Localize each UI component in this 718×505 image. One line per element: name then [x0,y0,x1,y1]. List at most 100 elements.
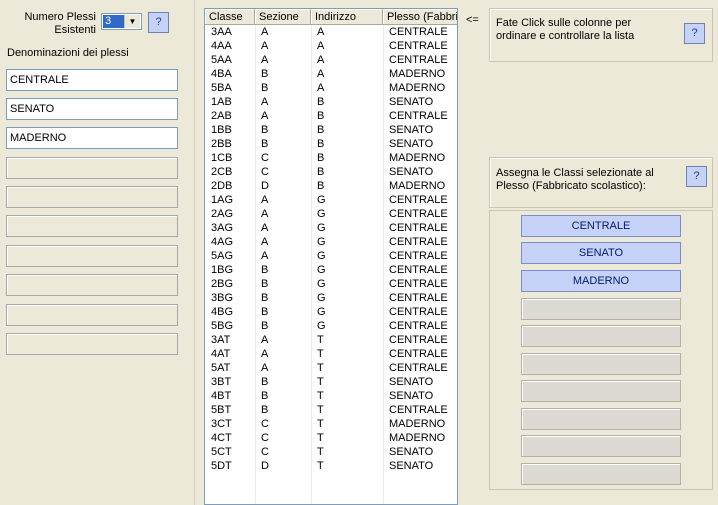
table-row[interactable]: 3AG A G CENTRALE [205,221,457,235]
table-row[interactable]: 2CB C B SENATO [205,165,457,179]
table-row[interactable]: 4BT B T SENATO [205,389,457,403]
column-header-classe[interactable]: Classe [205,9,255,25]
table-row[interactable]: 1CB C B MADERNO [205,151,457,165]
help-assign-button[interactable]: ? [686,166,707,187]
table-row[interactable]: 4AA A A CENTRALE [205,39,457,53]
column-header-plesso[interactable]: Plesso (Fabbricato) [383,9,457,25]
assign-hint-line1: Assegna le Classi selezionate al [496,167,654,179]
numero-plessi-label: Numero Plessi Esistenti [24,11,96,36]
cell-classe: 4AG [211,236,234,248]
cell-plesso: CENTRALE [389,306,448,318]
plesso-name-field[interactable] [6,333,178,355]
table-row[interactable]: 5AG A G CENTRALE [205,249,457,263]
cell-sezione: B [261,404,269,416]
assign-plesso-button-empty[interactable] [521,353,681,375]
assign-plesso-button-empty[interactable] [521,380,681,402]
plesso-name-field[interactable]: MADERNO [6,127,178,149]
plesso-name-field[interactable] [6,186,178,208]
table-row[interactable]: 2AG A G CENTRALE [205,207,457,221]
cell-plesso: SENATO [389,138,434,150]
table-row[interactable]: 3CT C T MADERNO [205,417,457,431]
table-row[interactable]: 2BB B B SENATO [205,137,457,151]
plesso-name-field[interactable] [6,215,178,237]
table-row[interactable]: 2AB A B CENTRALE [205,109,457,123]
cell-indirizzo: G [317,278,326,290]
assign-plesso-button[interactable]: CENTRALE [521,215,681,237]
cell-plesso: MADERNO [389,82,446,94]
table-row[interactable]: 2DB D B MADERNO [205,179,457,193]
table-row[interactable]: 4BG B G CENTRALE [205,305,457,319]
cell-classe: 1AG [211,194,234,206]
table-row[interactable]: 5BT B T CENTRALE [205,403,457,417]
cell-classe: 2AG [211,208,234,220]
help-plessi-button[interactable]: ? [148,12,169,33]
cell-sezione: D [261,460,269,472]
assign-plesso-button[interactable]: SENATO [521,242,681,264]
plesso-name-field[interactable] [6,245,178,267]
cell-sezione: A [261,362,269,374]
cell-classe: 3AT [211,334,231,346]
table-row[interactable]: 5DT D T SENATO [205,459,457,473]
table-row[interactable]: 4BA B A MADERNO [205,67,457,81]
column-header-indirizzo[interactable]: Indirizzo [311,9,383,25]
table-row[interactable]: 3BT B T SENATO [205,375,457,389]
cell-sezione: C [261,166,269,178]
table-row[interactable]: 4AG A G CENTRALE [205,235,457,249]
cell-classe: 5BT [211,404,232,416]
table-row[interactable]: 3BG B G CENTRALE [205,291,457,305]
numero-plessi-select[interactable]: 3 ▼ [101,13,142,30]
classi-table[interactable]: Classe Sezione Indirizzo Plesso (Fabbric… [204,8,458,505]
plesso-name-field[interactable]: SENATO [6,98,178,120]
chevron-down-icon[interactable]: ▼ [124,15,140,28]
table-row[interactable]: 1AB A B SENATO [205,95,457,109]
table-row[interactable]: 3AA A A CENTRALE [205,25,457,39]
assign-plesso-button-empty[interactable] [521,298,681,320]
table-row[interactable]: 1AG A G CENTRALE [205,193,457,207]
cell-classe: 1BG [211,264,234,276]
table-row[interactable]: 2BG B G CENTRALE [205,277,457,291]
table-row[interactable]: 4AT A T CENTRALE [205,347,457,361]
cell-sezione: A [261,110,269,122]
cell-sezione: B [261,68,269,80]
column-header-sezione[interactable]: Sezione [255,9,311,25]
table-row[interactable]: 5AT A T CENTRALE [205,361,457,375]
assign-plesso-button-empty[interactable] [521,408,681,430]
table-row[interactable]: 3AT A T CENTRALE [205,333,457,347]
assign-plesso-button-empty[interactable] [521,463,681,485]
cell-indirizzo: G [317,292,326,304]
cell-classe: 2CB [211,166,233,178]
cell-classe: 3AA [211,26,232,38]
table-row[interactable]: 1BB B B SENATO [205,123,457,137]
plesso-name-field[interactable] [6,304,178,326]
table-body: 3AA A A CENTRALE 4AA A A CENTRALE 5AA A A CENTRALE 4… [205,25,457,473]
arrow-left-label: <= [466,14,479,26]
plesso-name-field[interactable]: CENTRALE [6,69,178,91]
cell-plesso: CENTRALE [389,292,448,304]
cell-indirizzo: T [317,376,324,388]
table-header: Classe Sezione Indirizzo Plesso (Fabbric… [205,9,457,25]
cell-plesso: CENTRALE [389,250,448,262]
assign-plesso-button[interactable]: MADERNO [521,270,681,292]
table-row[interactable]: 5CT C T SENATO [205,445,457,459]
cell-indirizzo: B [317,152,325,164]
cell-sezione: C [261,418,269,430]
help-sort-button[interactable]: ? [684,23,705,44]
cell-indirizzo: B [317,96,325,108]
table-row[interactable]: 5BA B A MADERNO [205,81,457,95]
cell-indirizzo: G [317,320,326,332]
plesso-name-field[interactable] [6,157,178,179]
assign-plesso-button-empty[interactable] [521,435,681,457]
cell-plesso: SENATO [389,460,434,472]
cell-indirizzo: T [317,446,324,458]
table-row[interactable]: 5BG B G CENTRALE [205,319,457,333]
cell-sezione: B [261,82,269,94]
cell-plesso: CENTRALE [389,26,448,38]
table-row[interactable]: 1BG B G CENTRALE [205,263,457,277]
assign-plesso-button-empty[interactable] [521,325,681,347]
denominazioni-label: Denominazioni dei plessi [7,47,129,59]
table-row[interactable]: 5AA A A CENTRALE [205,53,457,67]
cell-plesso: CENTRALE [389,348,448,360]
cell-classe: 4CT [211,432,232,444]
table-row[interactable]: 4CT C T MADERNO [205,431,457,445]
plesso-name-field[interactable] [6,274,178,296]
